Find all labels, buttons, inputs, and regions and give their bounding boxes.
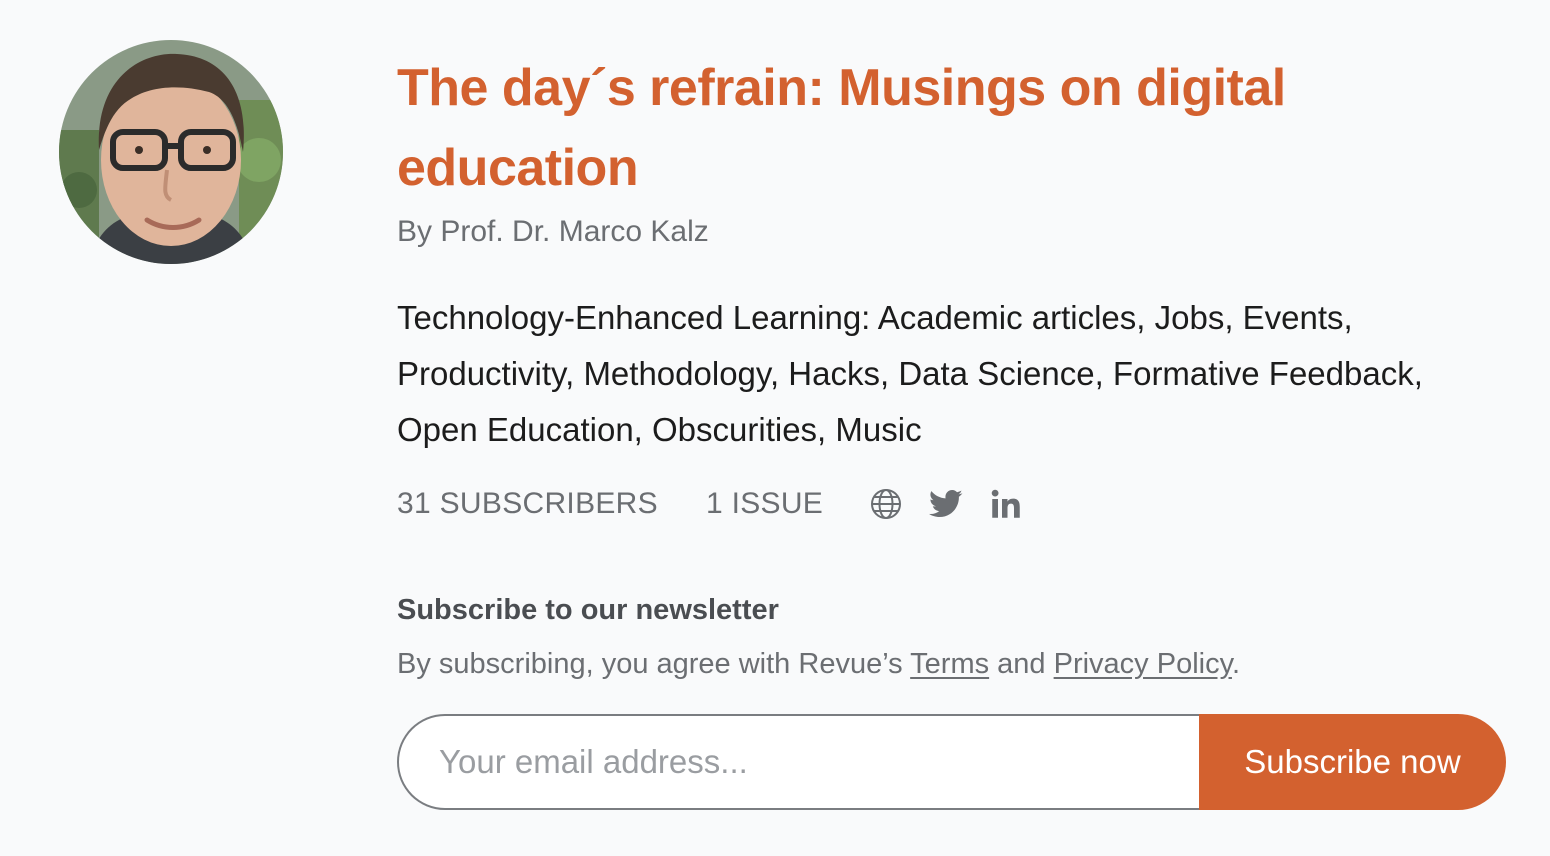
twitter-link[interactable] xyxy=(929,487,963,521)
subscribe-terms: By subscribing, you agree with Revue’s T… xyxy=(397,644,1240,684)
privacy-policy-link[interactable]: Privacy Policy xyxy=(1054,648,1232,680)
newsletter-header: The day´s refrain: Musings on digital ed… xyxy=(397,48,1517,458)
newsletter-description: Technology-Enhanced Learning: Academic a… xyxy=(397,299,1423,448)
terms-suffix: . xyxy=(1231,648,1241,680)
email-input[interactable] xyxy=(397,714,1199,810)
subscribe-button[interactable]: Subscribe now xyxy=(1199,714,1506,810)
subscribe-form: Subscribe now xyxy=(397,714,1506,810)
terms-link[interactable]: Terms xyxy=(910,648,989,680)
linkedin-link[interactable] xyxy=(989,487,1023,521)
website-link[interactable] xyxy=(869,487,903,521)
social-links xyxy=(869,487,1023,521)
subscribe-heading: Subscribe to our newsletter xyxy=(397,594,779,626)
globe-icon xyxy=(871,489,902,519)
terms-prefix: By subscribing, you agree with Revue’s xyxy=(397,648,911,680)
twitter-icon xyxy=(929,489,963,518)
subscriber-count: 31 SUBSCRIBERS xyxy=(397,487,658,520)
terms-middle: and xyxy=(989,648,1054,680)
author-avatar xyxy=(59,40,283,264)
newsletter-title: The day´s refrain: Musings on digital ed… xyxy=(397,59,1286,197)
issue-count: 1 ISSUE xyxy=(705,487,824,520)
linkedin-icon xyxy=(991,489,1020,518)
newsletter-stats: 31 SUBSCRIBERS 1 ISSUE xyxy=(397,486,1023,522)
author-byline: By Prof. Dr. Marco Kalz xyxy=(397,215,709,248)
